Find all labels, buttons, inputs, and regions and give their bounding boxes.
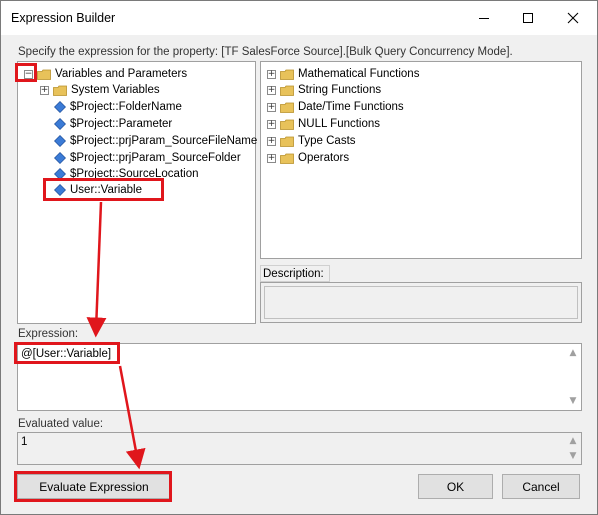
tree-node-variable[interactable]: $Project::Parameter [54,116,172,132]
tree-node-system-variables[interactable]: + System Variables [40,82,160,98]
tree-node-label: Date/Time Functions [298,101,404,113]
expand-icon[interactable]: + [267,85,276,95]
tree-node-label: Type Casts [298,135,356,147]
tree-node-string-functions[interactable]: + String Functions [267,82,381,98]
description-box [260,282,582,323]
variable-icon [54,118,66,130]
variable-icon [54,168,66,180]
folder-icon [53,85,67,96]
folder-icon [280,119,294,130]
tree-node-variable[interactable]: $Project::prjParam_SourceFileName [54,133,257,149]
tree-node-label: $Project::prjParam_SourceFileName [70,135,258,147]
folder-icon [280,153,294,164]
functions-tree[interactable]: + Mathematical Functions + String Functi… [260,61,582,259]
tree-node-label: NULL Functions [298,118,381,130]
collapse-icon[interactable]: − [24,69,33,79]
evaluated-value-label: Evaluated value: [18,418,104,430]
folder-icon [37,69,51,80]
expression-label: Expression: [18,328,79,340]
folder-icon [280,69,294,80]
tree-node-variables-and-parameters[interactable]: − Variables and Parameters [24,66,187,82]
expand-icon[interactable]: + [267,69,276,79]
expand-icon[interactable]: + [40,85,49,95]
evaluate-expression-button[interactable]: Evaluate Expression [17,474,171,499]
expand-icon[interactable]: + [267,136,276,146]
ok-button[interactable]: OK [418,474,493,499]
variable-icon [54,152,66,164]
minimize-icon[interactable] [461,1,507,35]
tree-node-variable[interactable]: $Project::SourceLocation [54,166,199,182]
tree-node-datetime-functions[interactable]: + Date/Time Functions [267,99,404,115]
tree-node-label: Operators [298,152,350,164]
scroll-up-icon[interactable]: ▲ [568,436,578,446]
tree-node-label: $Project::prjParam_SourceFolder [70,152,241,164]
evaluated-value-text: 1 [21,436,28,448]
tree-node-variable[interactable]: $Project::FolderName [54,99,182,115]
folder-icon [280,136,294,147]
expression-input[interactable]: @[User::Variable] ▲ ▼ [17,343,582,411]
tree-node-variable[interactable]: $Project::prjParam_SourceFolder [54,150,241,166]
property-prompt: Specify the expression for the property:… [18,46,513,58]
tree-node-user-variable[interactable]: User::Variable [54,182,142,198]
maximize-icon[interactable] [505,1,551,35]
folder-icon [280,102,294,113]
tree-node-type-casts[interactable]: + Type Casts [267,133,356,149]
folder-icon [280,85,294,96]
title-bar[interactable]: Expression Builder [1,1,597,35]
expand-icon[interactable]: + [267,102,276,112]
variables-tree[interactable]: − Variables and Parameters + System Vari… [17,61,257,324]
tree-node-label: $Project::Parameter [70,118,173,130]
tree-node-label: Mathematical Functions [298,68,420,80]
variable-icon [54,101,66,113]
window-title: Expression Builder [11,11,116,25]
cancel-button[interactable]: Cancel [502,474,580,499]
tree-node-null-functions[interactable]: + NULL Functions [267,116,380,132]
variable-icon [54,135,66,147]
expression-text: @[User::Variable] [21,348,112,360]
scroll-down-icon[interactable]: ▼ [568,396,578,406]
tree-node-label: $Project::SourceLocation [70,168,199,180]
tree-node-label: $Project::FolderName [70,101,182,113]
expand-icon[interactable]: + [267,119,276,129]
description-text [264,286,578,319]
scroll-down-icon[interactable]: ▼ [568,451,578,461]
description-label: Description: [260,265,330,282]
scroll-up-icon[interactable]: ▲ [568,348,578,358]
tree-node-label: Variables and Parameters [55,68,188,80]
tree-node-mathematical-functions[interactable]: + Mathematical Functions [267,66,419,82]
tree-node-label: System Variables [71,84,160,96]
tree-node-label: String Functions [298,84,382,96]
expand-icon[interactable]: + [267,153,276,163]
variable-icon [54,184,66,196]
close-icon[interactable] [550,1,596,35]
evaluated-value-box: 1 ▲ ▼ [17,432,582,465]
tree-node-label: User::Variable [70,184,143,196]
tree-node-operators[interactable]: + Operators [267,150,349,166]
